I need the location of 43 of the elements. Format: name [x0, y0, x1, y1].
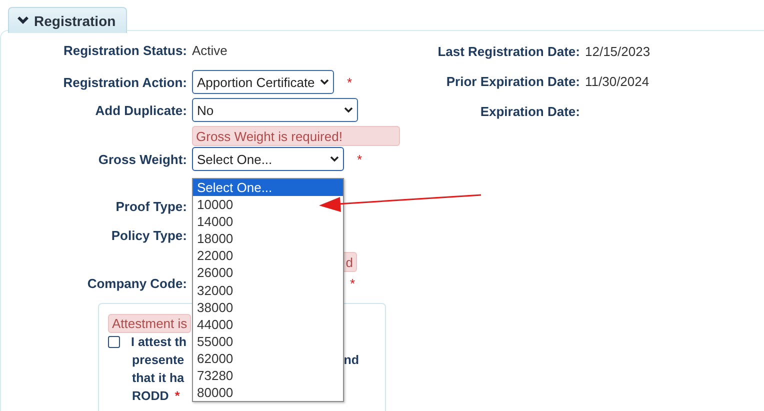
dropdown-option[interactable]: 10000	[193, 196, 343, 214]
field-value: 11/30/2024	[585, 74, 650, 88]
chevron-down-icon	[344, 107, 353, 113]
dropdown-option[interactable]: 38000	[193, 298, 343, 316]
field-label: Gross Weight:	[97, 152, 187, 166]
field-label: Prior Expiration Date:	[445, 74, 580, 88]
dropdown-option[interactable]: 18000	[193, 230, 343, 248]
required-asterisk: *	[350, 276, 356, 290]
required-asterisk: *	[347, 74, 352, 90]
dropdown-option[interactable]: 32000	[193, 282, 343, 299]
field-value: Active	[192, 42, 228, 58]
field-label: Registration Status:	[62, 42, 187, 58]
required-asterisk: *	[357, 152, 362, 166]
required-asterisk: *	[174, 389, 180, 403]
field-label: Expiration Date:	[479, 104, 580, 118]
chevron-down-icon	[330, 156, 339, 162]
attestation-text: that it ha	[132, 371, 184, 385]
field-label: Policy Type:	[110, 228, 187, 242]
select-field[interactable]: Apportion Certificate	[192, 70, 334, 94]
field-label: Add Duplicate:	[94, 102, 187, 118]
select-field[interactable]: Select One...	[192, 147, 344, 171]
dropdown-option[interactable]: 44000	[193, 316, 343, 333]
field-label: Proof Type:	[114, 198, 187, 214]
checkbox[interactable]	[108, 336, 120, 348]
dropdown-option[interactable]: 73280	[193, 367, 343, 384]
attestation-text: RODD	[132, 389, 169, 403]
dropdown-option[interactable]: Select One...	[193, 179, 343, 196]
field-value: 12/15/2023	[585, 44, 650, 58]
field-label: Registration Action:	[62, 74, 187, 90]
error-message: Gross Weight is required!	[192, 126, 400, 146]
dropdown-option[interactable]: 14000	[193, 213, 343, 230]
attestation-text: nd	[344, 353, 359, 367]
section-tab[interactable]: Registration	[8, 7, 127, 33]
field-label: Last Registration Date:	[436, 44, 580, 58]
attestation-text: presente	[132, 353, 184, 367]
field-label: Company Code:	[86, 276, 187, 290]
chevron-down-icon	[320, 79, 329, 85]
dropdown-option[interactable]: 80000	[193, 384, 343, 402]
dropdown-option[interactable]: 62000	[193, 350, 343, 368]
select-field[interactable]: No	[192, 98, 358, 122]
attestation-text: I attest th	[131, 335, 187, 349]
error-message: Attestment is	[108, 314, 192, 333]
dropdown-option[interactable]: 55000	[193, 332, 343, 350]
